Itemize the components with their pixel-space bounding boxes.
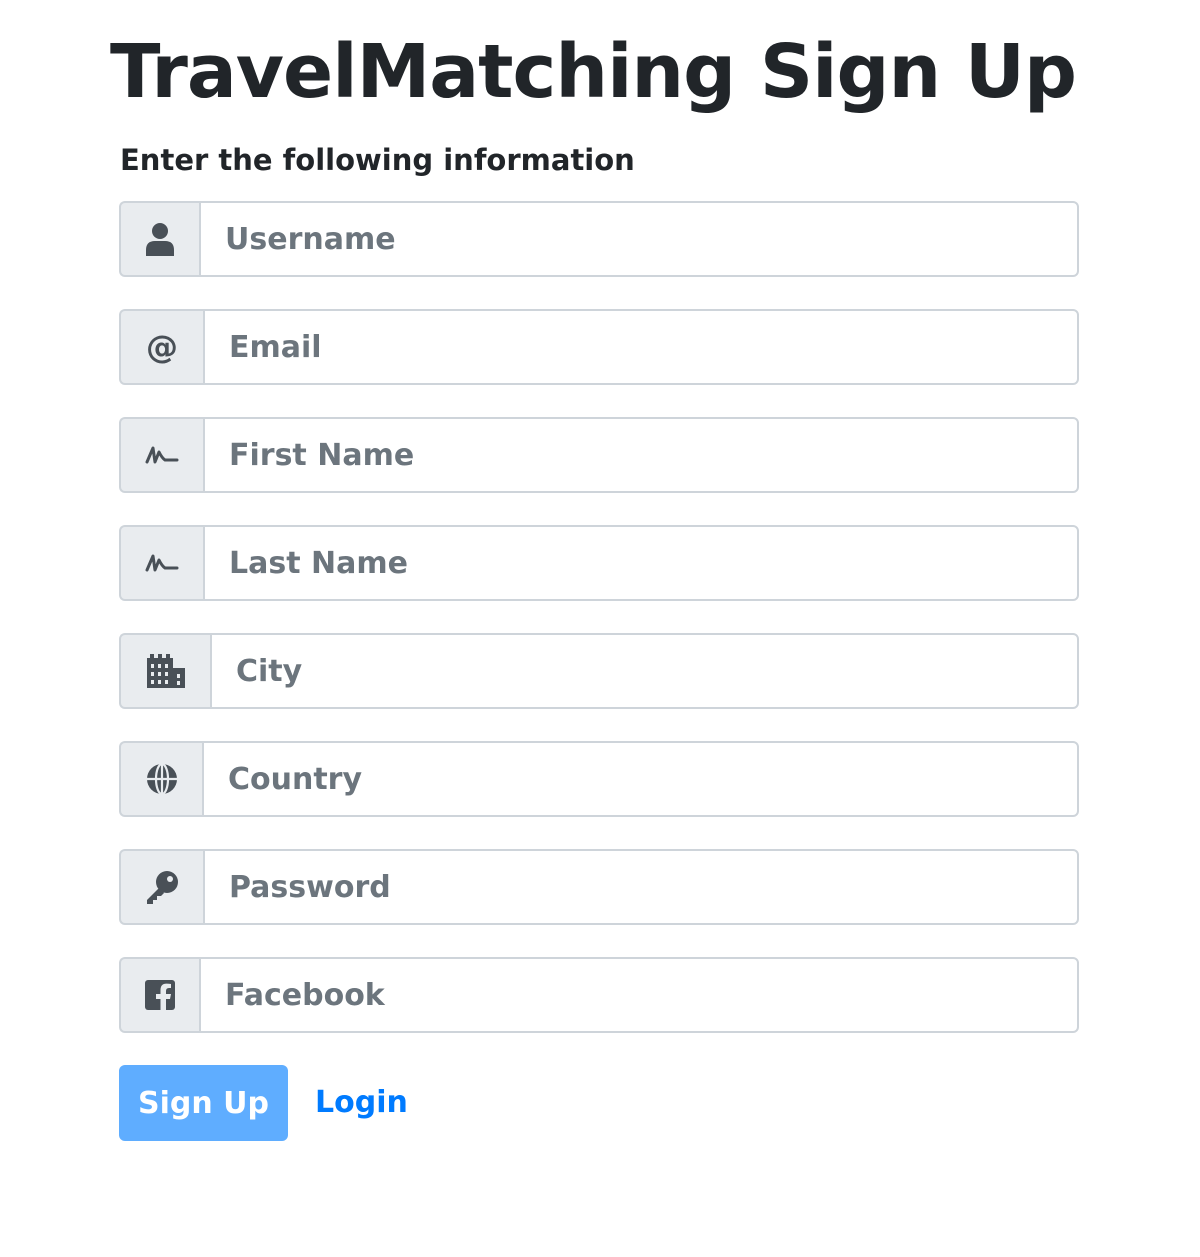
at-icon: @	[119, 309, 203, 385]
globe-icon	[119, 741, 202, 817]
facebook-input[interactable]	[199, 957, 1079, 1033]
city-group	[119, 633, 1079, 709]
last-name-group	[119, 525, 1079, 601]
password-group	[119, 849, 1079, 925]
facebook-icon	[119, 957, 199, 1033]
email-group: @	[119, 309, 1079, 385]
country-input[interactable]	[202, 741, 1079, 817]
first-name-input[interactable]	[203, 417, 1079, 493]
country-group	[119, 741, 1079, 817]
signature-icon	[119, 525, 203, 601]
signature-icon	[119, 417, 203, 493]
username-input[interactable]	[199, 201, 1079, 277]
key-icon	[119, 849, 203, 925]
city-input[interactable]	[210, 633, 1079, 709]
city-icon	[119, 633, 210, 709]
username-group	[119, 201, 1079, 277]
user-icon	[119, 201, 199, 277]
sign-up-button[interactable]: Sign Up	[119, 1065, 288, 1141]
last-name-input[interactable]	[203, 525, 1079, 601]
page-title: TravelMatching Sign Up	[110, 29, 1077, 115]
facebook-group	[119, 957, 1079, 1033]
first-name-group	[119, 417, 1079, 493]
login-link[interactable]: Login	[315, 1084, 408, 1122]
form-instructions: Enter the following information	[120, 143, 635, 177]
svg-text:@: @	[146, 330, 178, 364]
password-input[interactable]	[203, 849, 1079, 925]
signup-page: TravelMatching Sign Up Enter the followi…	[0, 0, 1200, 1257]
email-input[interactable]	[203, 309, 1079, 385]
